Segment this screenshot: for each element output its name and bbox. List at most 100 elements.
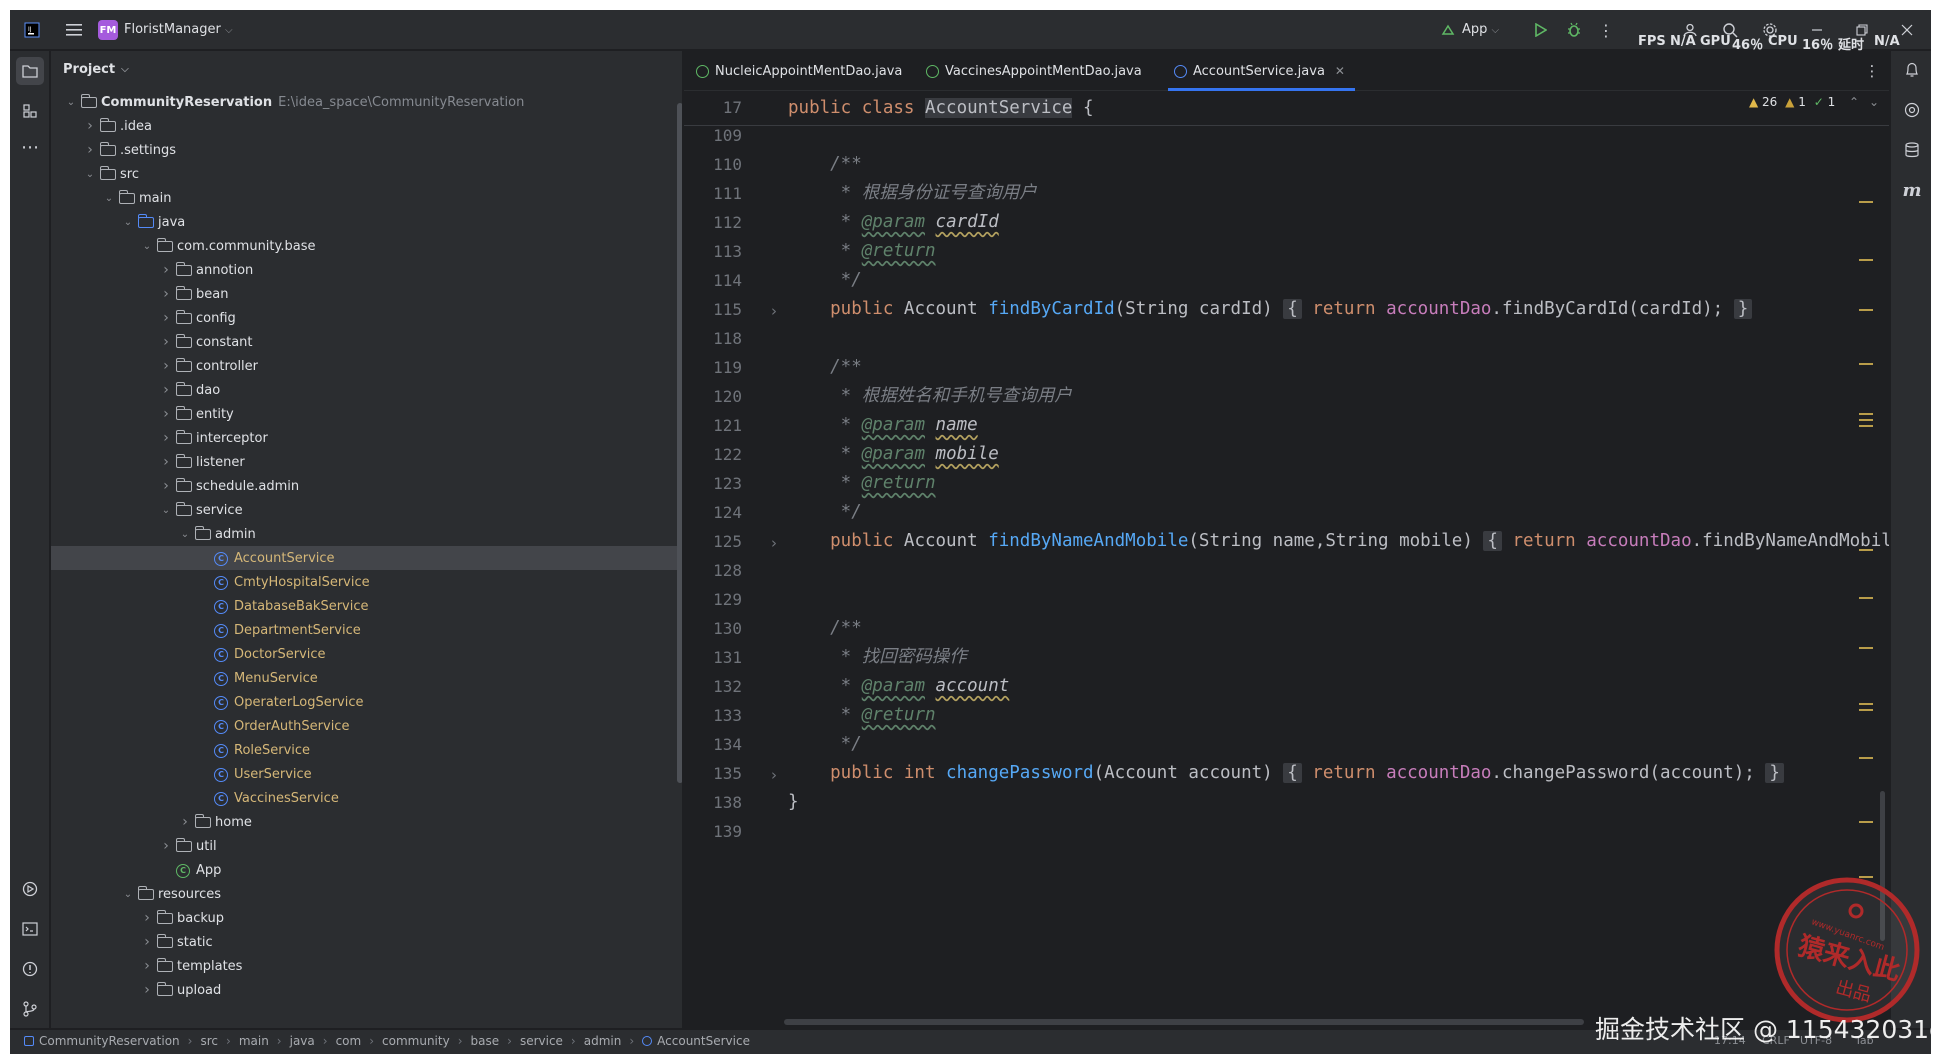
stripe-mark[interactable] bbox=[1859, 709, 1873, 711]
breadcrumb-item[interactable]: community bbox=[382, 1034, 450, 1048]
breadcrumb-item[interactable]: main bbox=[239, 1034, 269, 1048]
tree-file-doctorservice[interactable]: C DoctorService bbox=[51, 642, 682, 666]
code-area[interactable]: } /** * 根据身份证号查询用户 * @param cardId * @re… bbox=[788, 92, 1889, 1028]
code-line[interactable]: /** bbox=[788, 614, 862, 643]
debug-icon[interactable] bbox=[1562, 10, 1586, 50]
tree-node-bean[interactable]: › bean bbox=[51, 282, 682, 306]
stripe-mark[interactable] bbox=[1859, 419, 1873, 421]
tree-node--settings[interactable]: › .settings bbox=[51, 138, 682, 162]
chevron-right-icon[interactable]: › bbox=[158, 406, 174, 422]
tree-node-entity[interactable]: › entity bbox=[51, 402, 682, 426]
chevron-right-icon[interactable]: › bbox=[139, 958, 155, 974]
breadcrumb-item[interactable]: base bbox=[471, 1034, 500, 1048]
tree-node-templates[interactable]: › templates bbox=[51, 954, 682, 978]
tree-node-constant[interactable]: › constant bbox=[51, 330, 682, 354]
project-panel-header[interactable]: Project ⌵ bbox=[51, 51, 682, 87]
chevron-right-icon[interactable]: › bbox=[139, 910, 155, 926]
project-folder-icon[interactable] bbox=[16, 57, 44, 85]
code-line[interactable]: */ bbox=[788, 730, 862, 759]
tree-file-accountservice[interactable]: C AccountService bbox=[51, 546, 682, 570]
tree-node-config[interactable]: › config bbox=[51, 306, 682, 330]
project-badge[interactable]: FM bbox=[98, 20, 118, 40]
tree-node-backup[interactable]: › backup bbox=[51, 906, 682, 930]
maven-icon[interactable]: m bbox=[1901, 179, 1923, 201]
chevron-right-icon[interactable]: › bbox=[158, 310, 174, 326]
chevron-down-icon[interactable]: ⌄ bbox=[120, 217, 136, 228]
chevron-right-icon[interactable]: › bbox=[158, 454, 174, 470]
chevron-down-icon[interactable]: ⌄ bbox=[139, 241, 155, 252]
chevron-right-icon[interactable]: › bbox=[158, 430, 174, 446]
sticky-class-header[interactable]: 17 public class AccountService { bbox=[684, 92, 1889, 126]
chevron-right-icon[interactable]: › bbox=[158, 286, 174, 302]
stripe-mark[interactable] bbox=[1859, 413, 1873, 415]
code-line[interactable]: * @return bbox=[788, 237, 936, 266]
code-line[interactable]: * @param account bbox=[788, 672, 1010, 701]
chevron-right-icon[interactable]: › bbox=[139, 934, 155, 950]
code-line[interactable]: * @param name bbox=[788, 411, 978, 440]
tree-node--idea[interactable]: › .idea bbox=[51, 114, 682, 138]
notifications-bell-icon[interactable] bbox=[1901, 59, 1923, 81]
chevron-right-icon[interactable]: › bbox=[82, 142, 98, 158]
structure-icon[interactable] bbox=[16, 97, 44, 125]
chevron-up-icon[interactable]: ⌃ bbox=[1849, 95, 1859, 109]
breadcrumb-item[interactable]: service bbox=[520, 1034, 563, 1048]
chevron-right-icon[interactable]: › bbox=[82, 118, 98, 134]
tree-node-upload[interactable]: › upload bbox=[51, 978, 682, 1002]
more-tools-icon[interactable]: ⋯ bbox=[16, 133, 44, 161]
services-run-icon[interactable] bbox=[16, 875, 44, 903]
stripe-mark[interactable] bbox=[1859, 259, 1873, 261]
stripe-mark[interactable] bbox=[1859, 549, 1873, 551]
code-line[interactable]: * 根据身份证号查询用户 bbox=[788, 179, 1037, 208]
project-switcher[interactable]: FloristManager ⌵ bbox=[124, 22, 233, 37]
code-line[interactable]: /** bbox=[788, 353, 862, 382]
breadcrumb-item[interactable]: com bbox=[336, 1034, 362, 1048]
tree-node-static[interactable]: › static bbox=[51, 930, 682, 954]
code-line[interactable]: * @return bbox=[788, 701, 936, 730]
app-logo-icon[interactable]: IJ bbox=[18, 10, 46, 50]
chevron-down-icon[interactable]: ⌄ bbox=[158, 505, 174, 516]
chevron-down-icon[interactable]: ⌄ bbox=[1869, 95, 1879, 109]
chevron-down-icon[interactable]: ⌄ bbox=[120, 889, 136, 900]
problems-icon[interactable] bbox=[16, 955, 44, 983]
breadcrumb-item[interactable]: AccountService bbox=[657, 1034, 750, 1048]
tab-options-icon[interactable]: ⋮ bbox=[1864, 51, 1880, 91]
chevron-right-icon[interactable]: › bbox=[158, 262, 174, 278]
tree-node-java[interactable]: ⌄ java bbox=[51, 210, 682, 234]
code-line[interactable]: /** bbox=[788, 150, 862, 179]
stripe-mark[interactable] bbox=[1859, 757, 1873, 759]
chevron-down-icon[interactable]: ⌄ bbox=[101, 193, 117, 204]
tree-file-departmentservice[interactable]: C DepartmentService bbox=[51, 618, 682, 642]
tree-node-service[interactable]: ⌄ service bbox=[51, 498, 682, 522]
stripe-mark[interactable] bbox=[1859, 363, 1873, 365]
tree-scrollbar[interactable] bbox=[677, 103, 682, 783]
tree-node-controller[interactable]: › controller bbox=[51, 354, 682, 378]
tree-file-userservice[interactable]: C UserService bbox=[51, 762, 682, 786]
tree-node-admin[interactable]: ⌄ admin bbox=[51, 522, 682, 546]
chevron-right-icon[interactable]: › bbox=[158, 334, 174, 350]
run-config-selector[interactable]: App ⌵ bbox=[1462, 22, 1499, 37]
tree-node-communityreservation[interactable]: ⌄ CommunityReservation E:\idea_space\Commu… bbox=[51, 90, 682, 114]
code-line[interactable]: */ bbox=[788, 266, 862, 295]
breadcrumb-item[interactable]: admin bbox=[584, 1034, 622, 1048]
chevron-right-icon[interactable]: › bbox=[139, 982, 155, 998]
tab-vaccines-appointment-dao[interactable]: VaccinesAppointMentDao.java bbox=[926, 51, 1142, 91]
tree-node-listener[interactable]: › listener bbox=[51, 450, 682, 474]
tree-node-annotion[interactable]: › annotion bbox=[51, 258, 682, 282]
breadcrumb-item[interactable]: src bbox=[200, 1034, 218, 1048]
main-menu-icon[interactable] bbox=[62, 10, 86, 50]
stripe-mark[interactable] bbox=[1859, 821, 1873, 823]
code-line[interactable]: public Account findByNameAndMobile(Strin… bbox=[788, 527, 1889, 556]
tree-node-src[interactable]: ⌄ src bbox=[51, 162, 682, 186]
tree-file-vaccinesservice[interactable]: C VaccinesService bbox=[51, 786, 682, 810]
tab-account-service[interactable]: AccountService.java ✕ bbox=[1168, 51, 1355, 91]
code-line[interactable]: * @return bbox=[788, 469, 936, 498]
stripe-mark[interactable] bbox=[1859, 201, 1873, 203]
stripe-mark[interactable] bbox=[1859, 425, 1873, 427]
code-line[interactable]: public Account findByCardId(String cardI… bbox=[788, 295, 1753, 324]
stripe-mark[interactable] bbox=[1859, 597, 1873, 599]
tree-file-databasebakservice[interactable]: C DatabaseBakService bbox=[51, 594, 682, 618]
tree-node-util[interactable]: › util bbox=[51, 834, 682, 858]
tree-file-roleservice[interactable]: C RoleService bbox=[51, 738, 682, 762]
run-icon[interactable] bbox=[1528, 10, 1552, 50]
close-window-icon[interactable] bbox=[1897, 10, 1917, 50]
